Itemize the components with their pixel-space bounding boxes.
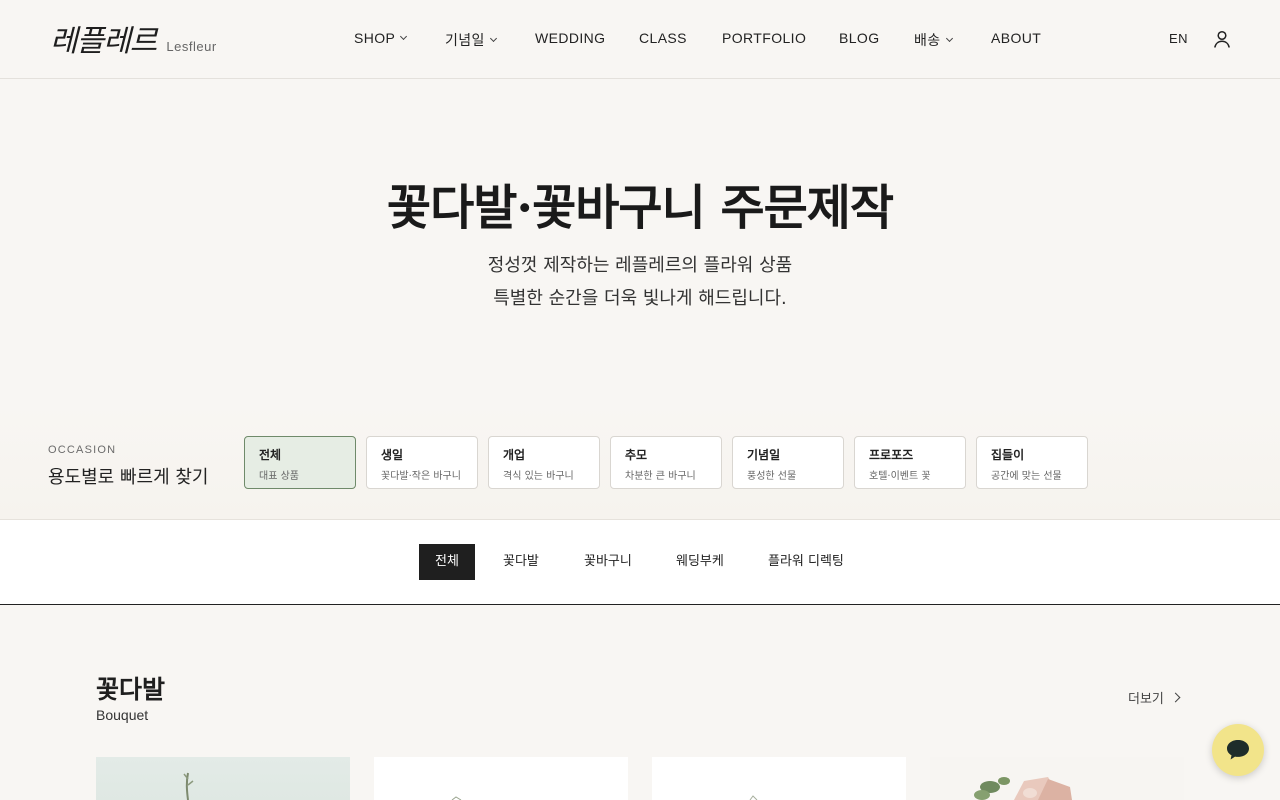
occasion-card-all[interactable]: 전체 대표 상품 xyxy=(244,436,356,489)
nav-item-label: PORTFOLIO xyxy=(722,30,807,46)
chevron-down-icon xyxy=(400,32,408,41)
occasion-card-sub: 차분한 큰 바구니 xyxy=(625,471,696,482)
occasion-card-title: 생일 xyxy=(381,448,404,462)
tab-bouquet[interactable]: 꽃다발 xyxy=(487,544,555,580)
occasion-card-title: 집들이 xyxy=(991,448,1025,462)
occasion-card-sub: 꽃다발·작은 바구니 xyxy=(381,471,461,482)
occasion-card-anniversary[interactable]: 기념일 풍성한 선물 xyxy=(732,436,844,489)
hero-title: 꽃다발·꽃바구니 주문제작 xyxy=(386,180,894,236)
nav-item-shop[interactable]: SHOP xyxy=(354,30,408,46)
occasion-card-sub: 대표 상품 xyxy=(259,471,299,482)
occasion-card-title: 추모 xyxy=(625,448,648,462)
nav-item-label: 기념일 xyxy=(445,32,485,48)
tab-all[interactable]: 전체 xyxy=(419,544,475,580)
occasion-card-memorial[interactable]: 추모 차분한 큰 바구니 xyxy=(610,436,722,489)
occasion-eyebrow: OCCASION xyxy=(48,444,117,456)
tab-flower-directing[interactable]: 플라워 디렉팅 xyxy=(752,544,860,580)
main-nav: SHOP 기념일 WEDDING CLASS PORTFOLIO BLOG 배송… xyxy=(0,30,1280,50)
product-image xyxy=(451,796,462,800)
nav-item-wedding[interactable]: WEDDING xyxy=(535,30,605,46)
product-image xyxy=(183,772,194,800)
section-subtitle: Bouquet xyxy=(96,707,149,723)
occasion-card-title: 기념일 xyxy=(747,448,781,462)
nav-item-delivery[interactable]: 배송 xyxy=(914,30,953,50)
product-image xyxy=(974,777,1072,800)
nav-item-portfolio[interactable]: PORTFOLIO xyxy=(722,30,806,46)
product-card[interactable] xyxy=(930,757,1184,800)
chevron-down-icon xyxy=(489,34,497,43)
occasion-card-birthday[interactable]: 생일 꽃다발·작은 바구니 xyxy=(366,436,478,489)
nav-item-label: 배송 xyxy=(914,32,941,48)
nav-item-anniversary[interactable]: 기념일 xyxy=(445,30,497,50)
chevron-down-icon xyxy=(945,34,953,43)
more-link-label: 더보기 xyxy=(1128,692,1164,707)
chat-button[interactable] xyxy=(1212,724,1264,776)
tab-flower-basket[interactable]: 꽃바구니 xyxy=(568,544,648,580)
occasion-card-title: 개업 xyxy=(503,448,526,462)
occasion-card-sub: 격식 있는 바구니 xyxy=(503,471,574,482)
occasion-card-sub: 호텔·이벤트 꽃 xyxy=(869,471,931,482)
chevron-right-icon xyxy=(1170,692,1181,703)
occasion-card-proposal[interactable]: 프로포즈 호텔·이벤트 꽃 xyxy=(854,436,966,489)
nav-item-label: BLOG xyxy=(839,30,880,46)
nav-item-label: CLASS xyxy=(639,30,687,46)
occasion-card-sub: 풍성한 선물 xyxy=(747,471,797,482)
section-title: 꽃다발 xyxy=(96,675,166,704)
nav-item-class[interactable]: CLASS xyxy=(639,30,687,46)
hero-subtitle-line2: 특별한 순간을 더욱 빛나게 해드립니다. xyxy=(493,288,787,309)
occasion-card-opening[interactable]: 개업 격식 있는 바구니 xyxy=(488,436,600,489)
hero-subtitle-line1: 정성껏 제작하는 레플레르의 플라워 상품 xyxy=(487,255,793,276)
tab-wedding-bouquet[interactable]: 웨딩부케 xyxy=(660,544,740,580)
occasion-card-sub: 공간에 맞는 선물 xyxy=(991,471,1062,482)
nav-item-label: SHOP xyxy=(354,30,396,46)
nav-item-label: WEDDING xyxy=(535,30,606,46)
nav-item-blog[interactable]: BLOG xyxy=(839,30,880,46)
product-card[interactable] xyxy=(652,757,906,800)
occasion-heading: 용도별로 빠르게 찾기 xyxy=(48,467,209,488)
nav-item-label: ABOUT xyxy=(991,30,1042,46)
product-image xyxy=(749,795,758,800)
language-switch[interactable]: EN xyxy=(1169,31,1188,46)
occasion-card-title: 전체 xyxy=(259,448,282,462)
chat-bubble-icon xyxy=(1227,740,1249,760)
more-link[interactable]: 더보기 xyxy=(1128,688,1181,707)
product-card[interactable] xyxy=(96,757,350,800)
product-card[interactable] xyxy=(374,757,628,800)
occasion-card-housewarming[interactable]: 집들이 공간에 맞는 선물 xyxy=(976,436,1088,489)
occasion-card-title: 프로포즈 xyxy=(869,448,914,462)
user-icon[interactable] xyxy=(1212,29,1232,49)
nav-item-about[interactable]: ABOUT xyxy=(991,30,1041,46)
